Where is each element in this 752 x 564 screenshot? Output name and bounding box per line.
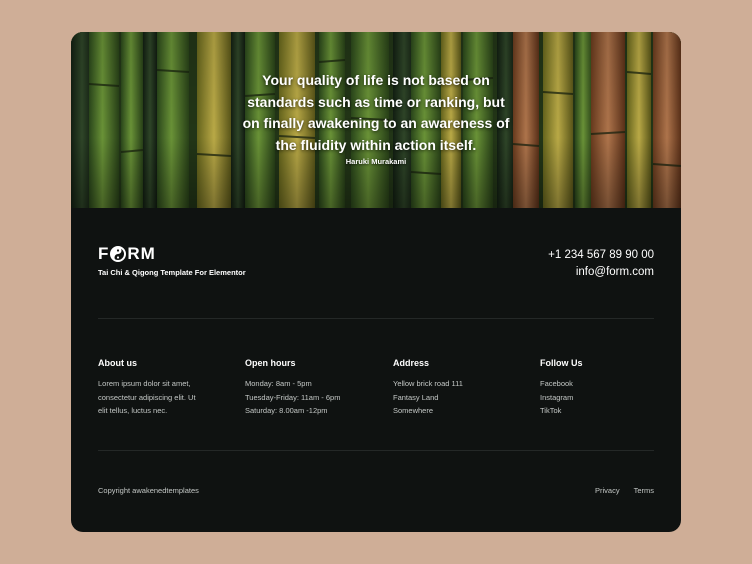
contact-email[interactable]: info@form.com	[576, 266, 654, 278]
column-text: Monday: 8am - 5pm	[245, 379, 312, 388]
column-text: Lorem ipsum dolor sit amet,	[98, 379, 191, 388]
address-column: Address Yellow brick road 111 Fantasy La…	[393, 358, 533, 418]
quote-line: standards such as time or ranking, but	[247, 93, 505, 110]
column-title: Open hours	[245, 358, 296, 368]
instagram-link[interactable]: Instagram	[540, 391, 680, 405]
logo-text-right: RM	[127, 244, 156, 263]
column-text: Tuesday-Friday: 11am - 6pm	[245, 392, 341, 402]
privacy-link[interactable]: Privacy	[595, 486, 620, 495]
facebook-link[interactable]: Facebook	[540, 377, 680, 391]
column-text: Somewhere	[393, 406, 434, 415]
brand-tagline: Tai Chi & Qigong Template For Elementor	[98, 268, 246, 277]
about-us-column: About us Lorem ipsum dolor sit amet, con…	[98, 358, 238, 418]
tiktok-link[interactable]: TikTok	[540, 404, 680, 418]
form-logo[interactable]: F RM	[98, 244, 156, 264]
footer: F RM Tai Chi & Qigong Template For Eleme…	[71, 208, 681, 532]
column-title: About us	[98, 358, 137, 368]
column-text: consectetur adipiscing elit. Ut	[98, 392, 196, 402]
terms-link[interactable]: Terms	[634, 486, 654, 495]
legal-links: Privacy Terms	[595, 486, 654, 495]
hero-banner: Your quality of life is not based on sta…	[71, 32, 681, 208]
quote-line: on finally awakening to an awareness of	[242, 115, 510, 131]
hero-quote: Your quality of life is not based on sta…	[221, 70, 531, 156]
column-text: Saturday: 8.00am -12pm	[245, 406, 328, 415]
column-title: Address	[393, 358, 430, 368]
column-title: Follow Us	[540, 358, 583, 368]
logo-text-left: F	[98, 244, 110, 263]
quote-line: Your quality of life is not based on	[262, 72, 490, 88]
divider	[98, 318, 654, 319]
column-text: Yellow brick road 111	[393, 379, 463, 388]
column-text: elit tellus, luctus nec.	[98, 406, 168, 415]
quote-line: the fluidity within action itself.	[275, 136, 477, 153]
follow-us-column: Follow Us Facebook Instagram TikTok	[540, 358, 680, 418]
yin-yang-icon	[110, 246, 127, 262]
open-hours-column: Open hours Monday: 8am - 5pm Tuesday-Fri…	[245, 358, 385, 418]
divider	[98, 450, 654, 451]
page-card: Your quality of life is not based on sta…	[71, 32, 681, 532]
column-text: Fantasy Land	[393, 392, 439, 402]
copyright-text: Copyright awakenedtemplates	[98, 486, 199, 495]
quote-author: Haruki Murakami	[345, 157, 407, 166]
contact-phone[interactable]: +1 234 567 89 90 00	[548, 249, 654, 261]
